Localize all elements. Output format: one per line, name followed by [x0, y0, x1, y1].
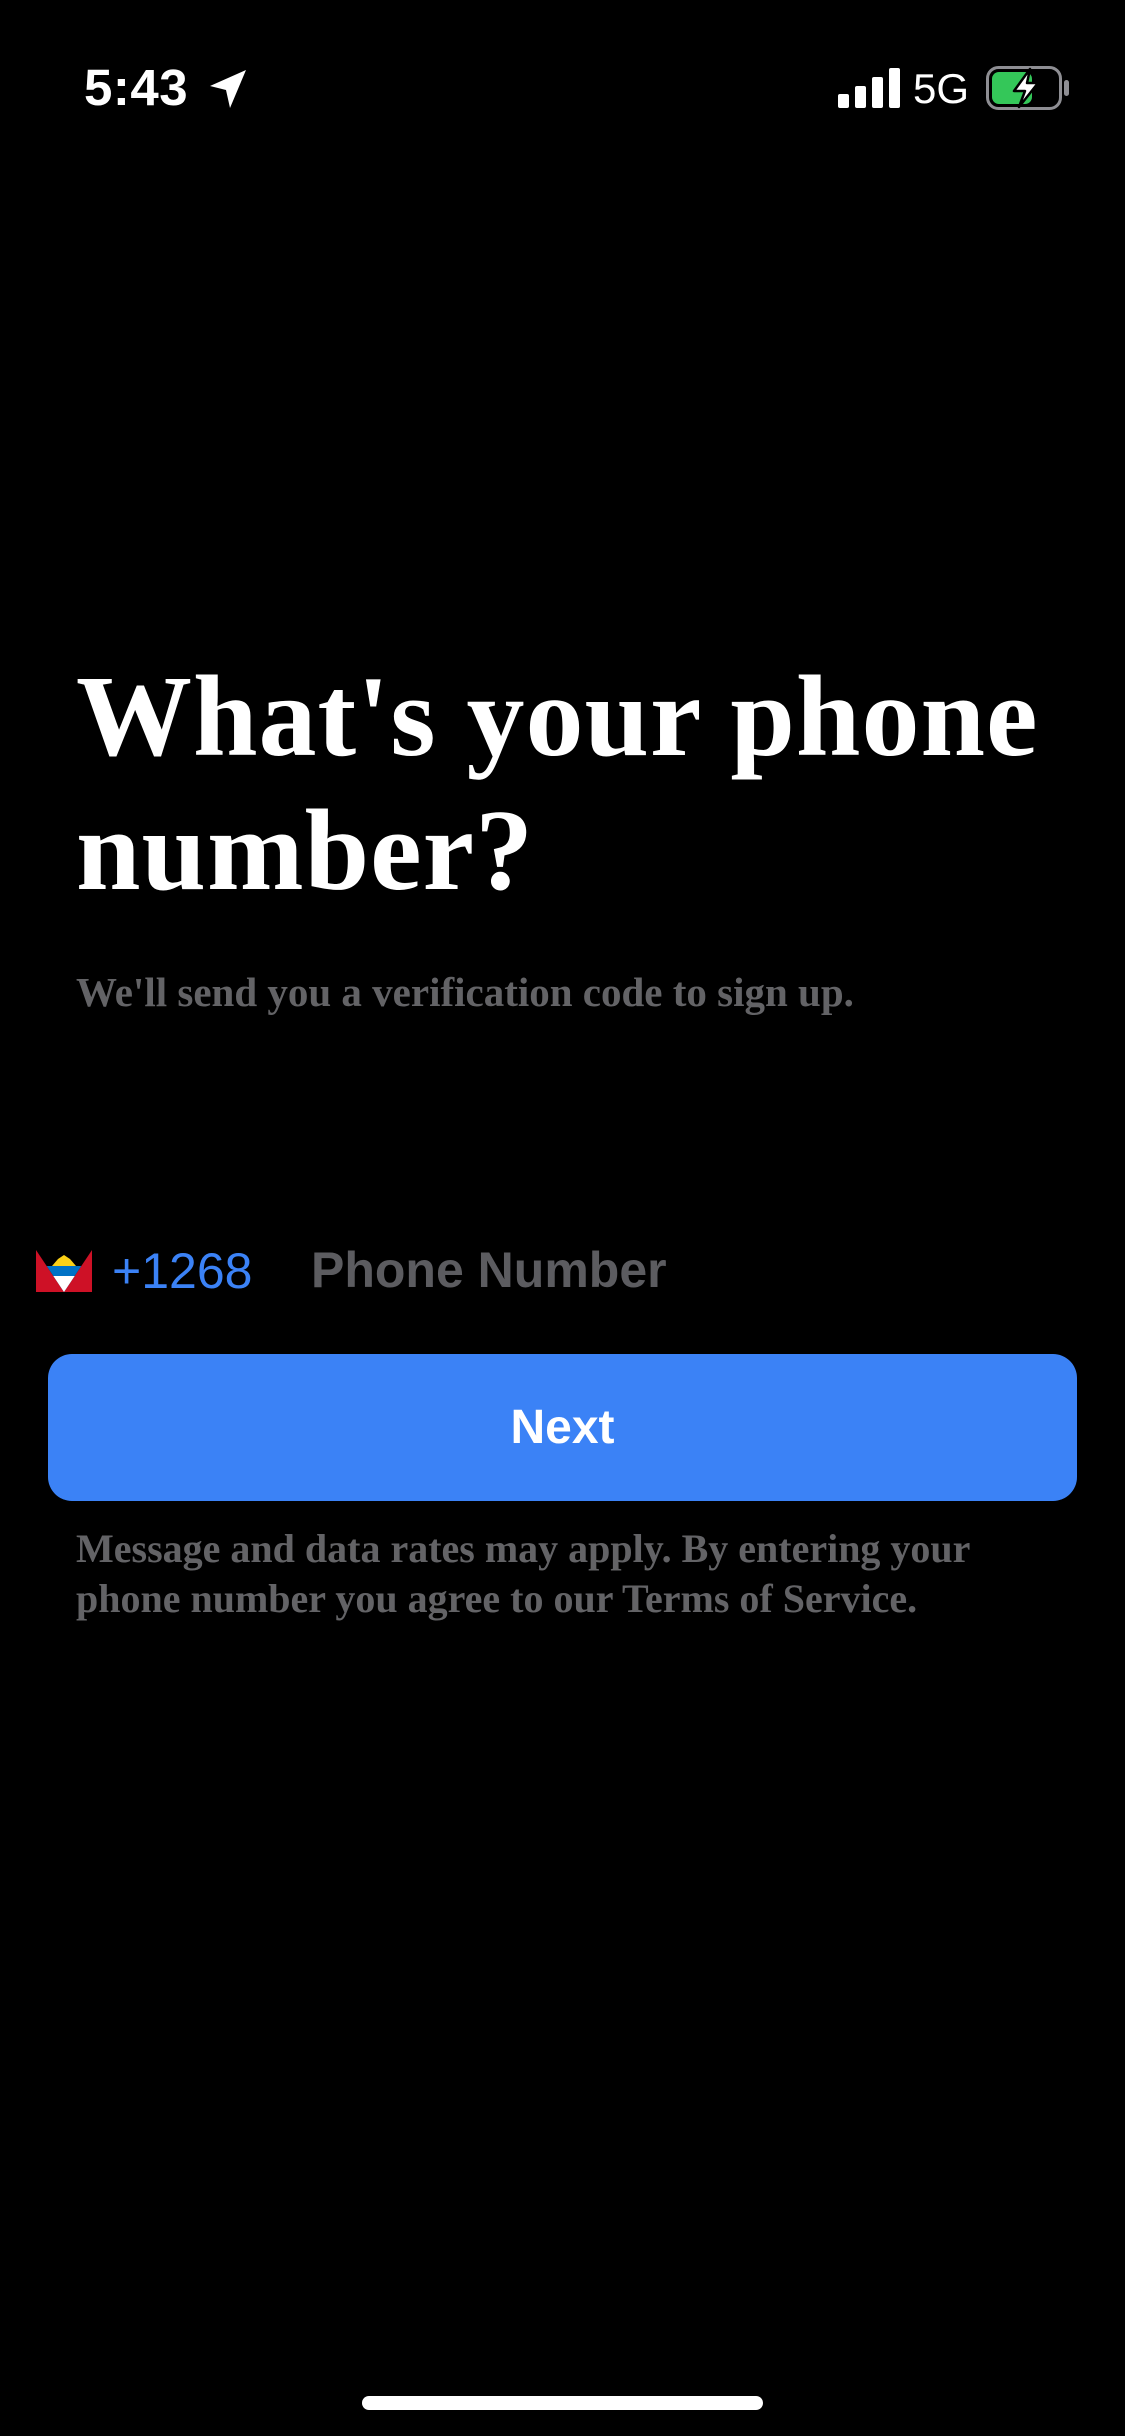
- page-subtitle: We'll send you a verification code to si…: [76, 969, 854, 1015]
- page-title: What's your phone number?: [76, 653, 1039, 915]
- antigua-barbuda-flag-icon[interactable]: [36, 1250, 92, 1292]
- next-button[interactable]: Next: [48, 1354, 1077, 1501]
- terms-disclaimer: Message and data rates may apply. By ent…: [76, 1526, 970, 1621]
- status-bar: 5:43 5G: [0, 0, 1125, 180]
- home-indicator[interactable]: [362, 2396, 763, 2410]
- location-arrow-icon: [210, 70, 246, 108]
- phone-entry-row: +1268: [36, 1230, 1086, 1314]
- phone-number-input[interactable]: [311, 1234, 1071, 1306]
- network-type: 5G: [913, 65, 970, 112]
- battery-charging-icon: [986, 66, 1069, 110]
- status-time: 5:43: [84, 59, 189, 116]
- cellular-signal-icon: [838, 68, 900, 108]
- country-code-selector[interactable]: +1268: [112, 1240, 252, 1302]
